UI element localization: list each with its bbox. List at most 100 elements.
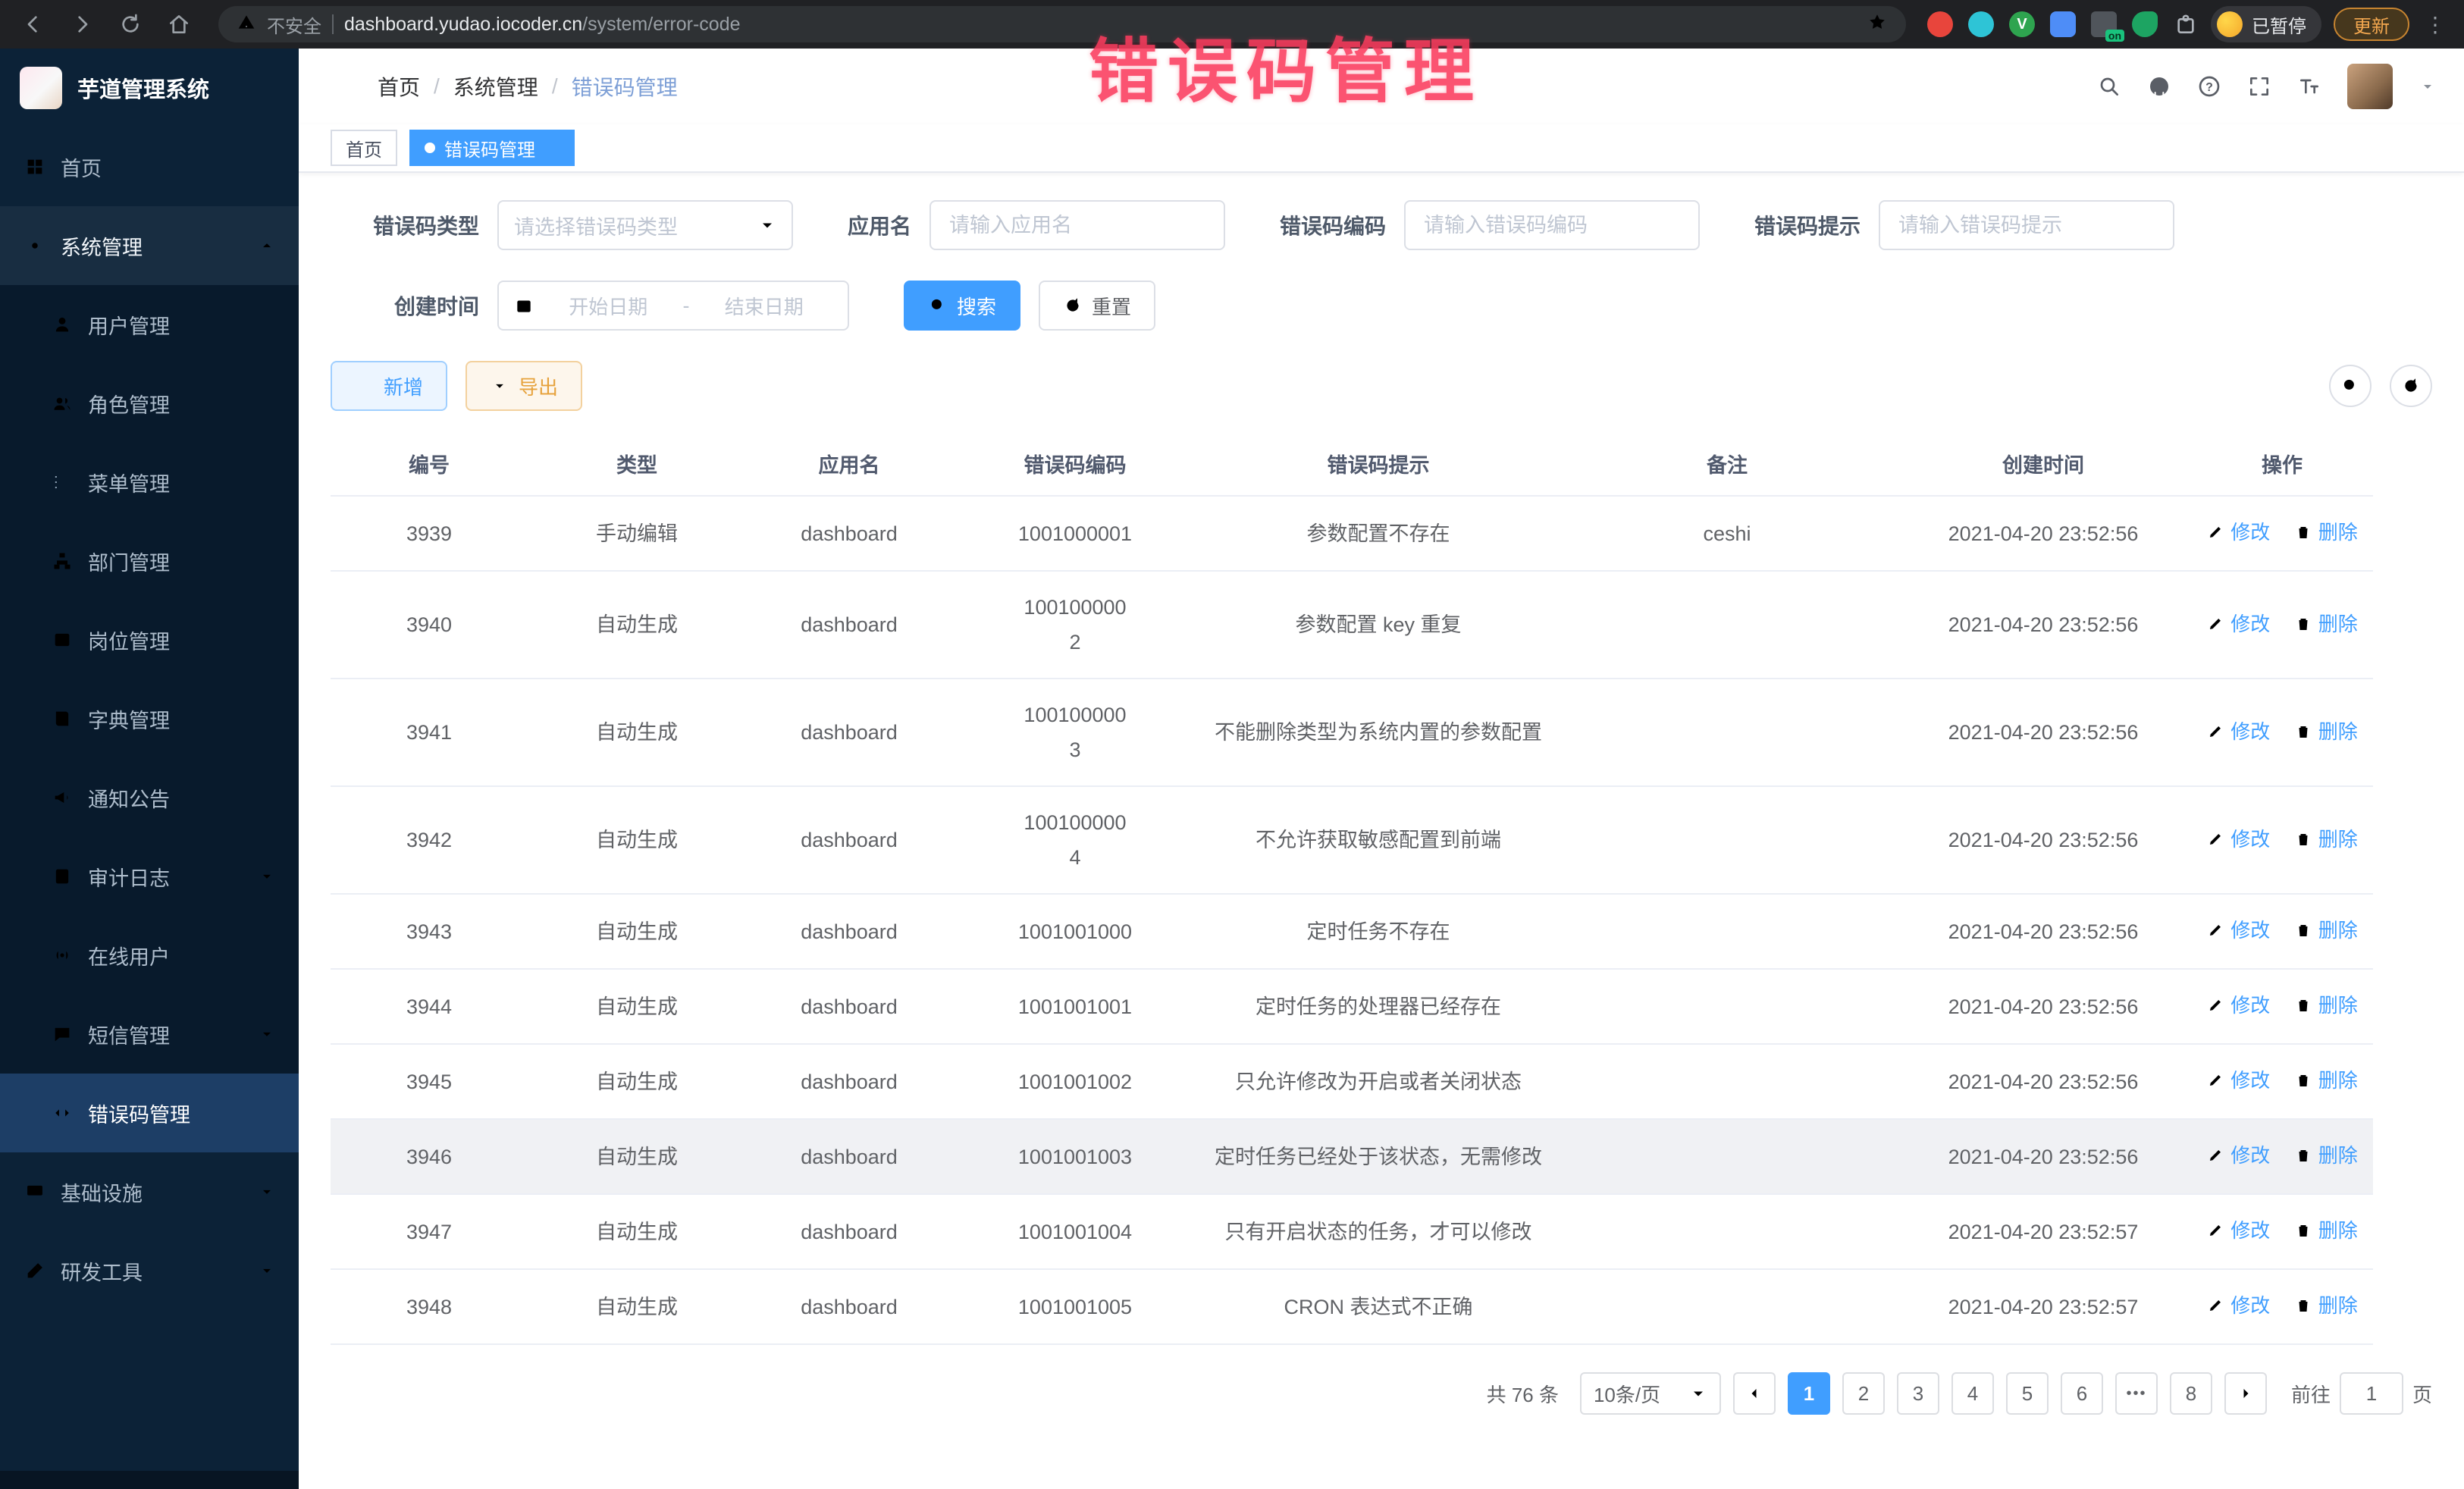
add-button[interactable]: 新增 bbox=[331, 361, 447, 411]
github-icon[interactable] bbox=[2147, 74, 2171, 99]
delete-link[interactable]: 删除 bbox=[2294, 988, 2358, 1023]
address-bar[interactable]: 不安全 dashboard.yudao.iocoder.cn/system/er… bbox=[218, 6, 1906, 42]
edit-link[interactable]: 修改 bbox=[2206, 714, 2270, 749]
page-size-select[interactable]: 10条/页 bbox=[1580, 1372, 1721, 1415]
breadcrumb-home[interactable]: 首页 bbox=[378, 71, 420, 102]
more-pages-button[interactable]: ••• bbox=[2115, 1372, 2158, 1415]
cell-id: 3948 bbox=[331, 1269, 528, 1344]
browser-forward-icon[interactable] bbox=[64, 6, 100, 42]
cell-created: 2021-04-20 23:52:56 bbox=[1895, 496, 2191, 571]
sidebar-item-menu-management[interactable]: 菜单管理 bbox=[0, 443, 299, 522]
cell-actions: 修改 删除 bbox=[2191, 1194, 2373, 1269]
sidebar-item-home[interactable]: 首页 bbox=[0, 127, 299, 206]
reset-button[interactable]: 重置 bbox=[1039, 281, 1155, 331]
edit-link[interactable]: 修改 bbox=[2206, 1213, 2270, 1248]
extension-teal-icon[interactable] bbox=[1968, 11, 1994, 37]
cell-code: 1001001005 bbox=[952, 1269, 1198, 1344]
page-header: 首页 / 系统管理 / 错误码管理 bbox=[299, 49, 2464, 124]
page-button-6[interactable]: 6 bbox=[2061, 1372, 2103, 1415]
delete-link[interactable]: 删除 bbox=[2294, 1138, 2358, 1173]
edit-link[interactable]: 修改 bbox=[2206, 1288, 2270, 1323]
help-question-icon[interactable] bbox=[2197, 74, 2221, 99]
error-hint-input[interactable] bbox=[1879, 200, 2174, 250]
edit-link[interactable]: 修改 bbox=[2206, 822, 2270, 857]
extension-leaf-icon[interactable] bbox=[2132, 11, 2158, 37]
delete-link[interactable]: 删除 bbox=[2294, 714, 2358, 749]
sidebar-item-error-code-management[interactable]: 错误码管理 bbox=[0, 1074, 299, 1152]
cell-actions: 修改 删除 bbox=[2191, 496, 2373, 571]
extension-green-v-icon[interactable] bbox=[2009, 11, 2035, 37]
delete-link[interactable]: 删除 bbox=[2294, 1213, 2358, 1248]
page-button-2[interactable]: 2 bbox=[1842, 1372, 1885, 1415]
cell-type: 自动生成 bbox=[528, 1194, 746, 1269]
edit-link[interactable]: 修改 bbox=[2206, 1063, 2270, 1098]
sidebar-item-sms-management[interactable]: 短信管理 bbox=[0, 995, 299, 1074]
sidebar-item-infrastructure[interactable]: 基础设施 bbox=[0, 1152, 299, 1231]
hamburger-icon[interactable] bbox=[326, 73, 353, 100]
edit-link[interactable]: 修改 bbox=[2206, 607, 2270, 641]
browser-menu-icon[interactable]: ⋮ bbox=[2422, 12, 2449, 37]
toggle-search-icon-button[interactable] bbox=[2329, 365, 2372, 407]
extensions-puzzle-icon[interactable] bbox=[2173, 11, 2199, 37]
tag-close-icon[interactable] bbox=[544, 140, 560, 155]
cell-message: CRON 表达式不正确 bbox=[1198, 1269, 1559, 1344]
sidebar-item-dev-tools[interactable]: 研发工具 bbox=[0, 1231, 299, 1310]
sidebar-item-online-users[interactable]: 在线用户 bbox=[0, 916, 299, 995]
page-button-1[interactable]: 1 bbox=[1788, 1372, 1830, 1415]
delete-link[interactable]: 删除 bbox=[2294, 1288, 2358, 1323]
browser-update-button[interactable]: 更新 bbox=[2334, 8, 2409, 41]
extension-blue-icon[interactable] bbox=[2050, 11, 2076, 37]
sidebar-item-notice[interactable]: 通知公告 bbox=[0, 758, 299, 837]
extension-red-icon[interactable] bbox=[1927, 11, 1953, 37]
page-button-3[interactable]: 3 bbox=[1897, 1372, 1939, 1415]
next-page-button[interactable] bbox=[2224, 1372, 2267, 1415]
header-search-icon[interactable] bbox=[2097, 74, 2121, 99]
sidebar-item-dict-management[interactable]: 字典管理 bbox=[0, 679, 299, 758]
export-button[interactable]: 导出 bbox=[466, 361, 582, 411]
sidebar-item-role-management[interactable]: 角色管理 bbox=[0, 364, 299, 443]
browser-reload-icon[interactable] bbox=[112, 6, 149, 42]
bookmark-star-icon[interactable] bbox=[1867, 11, 1888, 38]
cell-created: 2021-04-20 23:52:56 bbox=[1895, 786, 2191, 894]
tag-error-code-management[interactable]: 错误码管理 bbox=[409, 130, 575, 166]
fullscreen-icon[interactable] bbox=[2247, 74, 2271, 99]
sidebar-item-department-management[interactable]: 部门管理 bbox=[0, 522, 299, 600]
app-logo-row[interactable]: 芋道管理系统 bbox=[0, 49, 299, 127]
pagination: 共 76 条 10条/页 1 2 3 4 5 6 ••• 8 前往 页 bbox=[331, 1372, 2432, 1445]
page-button-4[interactable]: 4 bbox=[1951, 1372, 1994, 1415]
error-type-select[interactable]: 请选择错误码类型 bbox=[497, 200, 793, 250]
delete-link[interactable]: 删除 bbox=[2294, 1063, 2358, 1098]
search-button[interactable]: 搜索 bbox=[904, 281, 1020, 331]
sidebar-item-system-management[interactable]: 系统管理 bbox=[0, 206, 299, 285]
refresh-table-icon-button[interactable] bbox=[2390, 365, 2432, 407]
create-time-range-picker[interactable]: 开始日期 - 结束日期 bbox=[497, 281, 849, 331]
sidebar-item-audit-log[interactable]: 审计日志 bbox=[0, 837, 299, 916]
user-avatar[interactable] bbox=[2347, 64, 2393, 109]
delete-link[interactable]: 删除 bbox=[2294, 913, 2358, 948]
edit-link[interactable]: 修改 bbox=[2206, 1138, 2270, 1173]
font-size-icon[interactable] bbox=[2297, 74, 2321, 99]
tag-home[interactable]: 首页 bbox=[331, 130, 397, 166]
prev-page-button[interactable] bbox=[1733, 1372, 1776, 1415]
browser-profile-chip[interactable]: 已暂停 bbox=[2211, 6, 2321, 42]
browser-back-icon[interactable] bbox=[15, 6, 52, 42]
error-code-input[interactable] bbox=[1404, 200, 1700, 250]
avatar-caret-down-icon[interactable] bbox=[2419, 77, 2437, 96]
delete-link[interactable]: 删除 bbox=[2294, 607, 2358, 641]
breadcrumb-system-management[interactable]: 系统管理 bbox=[453, 71, 538, 102]
edit-link[interactable]: 修改 bbox=[2206, 988, 2270, 1023]
delete-link[interactable]: 删除 bbox=[2294, 822, 2358, 857]
sidebar-item-post-management[interactable]: 岗位管理 bbox=[0, 600, 299, 679]
app-name-input[interactable] bbox=[929, 200, 1225, 250]
monitor-icon bbox=[24, 1181, 45, 1202]
sidebar-item-user-management[interactable]: 用户管理 bbox=[0, 285, 299, 364]
extension-on-badge-icon[interactable] bbox=[2091, 11, 2117, 37]
goto-page-input[interactable] bbox=[2340, 1372, 2403, 1415]
page-button-8[interactable]: 8 bbox=[2170, 1372, 2212, 1415]
page-button-5[interactable]: 5 bbox=[2006, 1372, 2049, 1415]
delete-link[interactable]: 删除 bbox=[2294, 515, 2358, 550]
cell-created: 2021-04-20 23:52:56 bbox=[1895, 1044, 2191, 1119]
edit-link[interactable]: 修改 bbox=[2206, 913, 2270, 948]
edit-link[interactable]: 修改 bbox=[2206, 515, 2270, 550]
browser-home-icon[interactable] bbox=[161, 6, 197, 42]
